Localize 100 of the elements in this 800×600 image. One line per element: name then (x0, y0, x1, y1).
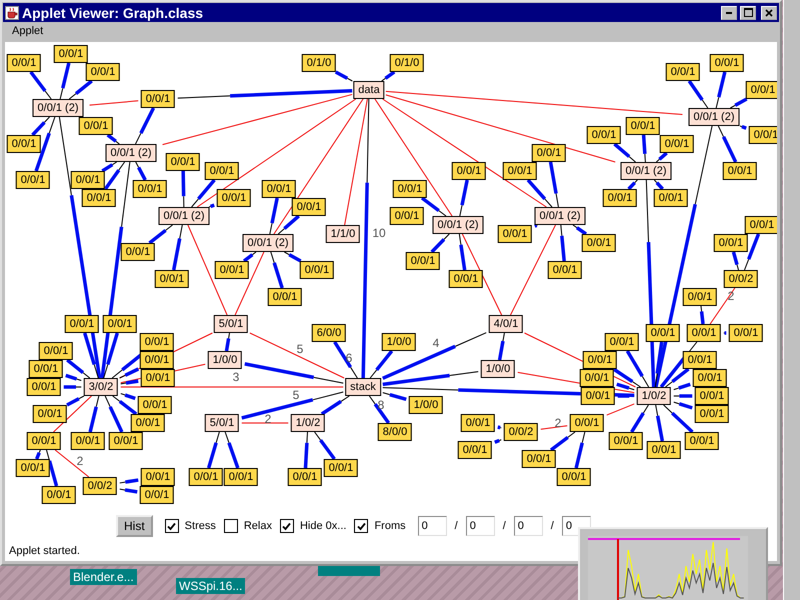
graph-node[interactable]: 0/0/1 (224, 468, 258, 486)
graph-node[interactable]: 0/0/1 (70, 171, 106, 189)
graph-node[interactable]: 0/0/1 (654, 189, 688, 207)
graph-node[interactable]: 0/0/1 (78, 117, 114, 135)
graph-node[interactable]: 0/0/1 (38, 342, 74, 360)
graph-node[interactable]: 5/0/1 (214, 315, 248, 333)
graph-node[interactable]: 0/0/1 (660, 135, 694, 153)
graph-node[interactable]: 0/0/1 (498, 225, 532, 243)
graph-node[interactable]: 0/0/1 (16, 171, 50, 189)
number-field[interactable]: 0 (466, 516, 495, 536)
graph-node[interactable]: 0/0/1 (82, 189, 116, 207)
graph-node[interactable]: 4/0/1 (488, 315, 524, 333)
graph-node[interactable]: 1/0/0 (208, 351, 242, 369)
hist-button[interactable]: Hist (116, 515, 153, 537)
graph-node[interactable]: 0/0/1 (586, 126, 622, 144)
graph-node[interactable]: 0/0/1 (32, 405, 68, 423)
graph-node[interactable]: 0/0/1 (502, 162, 538, 180)
graph-node[interactable]: 0/0/1 (682, 351, 718, 369)
graph-node[interactable]: 0/0/1 (28, 360, 64, 378)
desktop-icon-label[interactable]: Blender.e... (70, 569, 137, 585)
graph-node[interactable]: data (353, 81, 385, 99)
graph-node[interactable]: 0/0/1 (300, 261, 334, 279)
graph-node[interactable]: 0/0/1 (582, 234, 616, 252)
graph-node[interactable]: 0/0/1 (102, 315, 138, 333)
graph-node[interactable]: 0/0/1 (666, 63, 700, 81)
graph-node[interactable]: 0/0/1 (26, 378, 62, 396)
graph-node[interactable]: 0/0/1 (694, 387, 730, 405)
graph-node[interactable]: 0/0/1 (692, 369, 728, 387)
graph-node[interactable]: 0/0/1 (392, 180, 428, 198)
graph-node[interactable]: 0/0/1 (2) (242, 234, 294, 252)
graph-node[interactable]: 0/0/1 (154, 270, 190, 288)
graph-node[interactable]: 0/0/1 (54, 45, 88, 63)
menu-item[interactable]: Applet (12, 25, 44, 37)
graph-node[interactable]: 0/0/1 (140, 90, 176, 108)
graph-node[interactable]: 0/0/1 (214, 261, 250, 279)
graph-node[interactable]: 0/0/2 (724, 270, 758, 288)
graph-node[interactable]: 0/0/1 (70, 432, 106, 450)
graph-node[interactable]: 0/0/1 (120, 243, 156, 261)
graph-node[interactable]: 0/0/1 (132, 180, 168, 198)
graph-node[interactable]: 0/0/1 (582, 351, 618, 369)
desktop-icon-label[interactable]: WSSpi.16... (176, 578, 246, 594)
graph-node[interactable]: 0/0/1 (2) (32, 99, 84, 117)
graph-node[interactable]: 0/0/1 (268, 288, 302, 306)
graph-node[interactable]: 0/0/1 (140, 486, 174, 504)
graph-node[interactable]: 0/0/1 (140, 468, 176, 486)
graph-node[interactable]: 0/0/1 (2) (158, 207, 210, 225)
graph-node[interactable]: 0/0/1 (746, 81, 777, 99)
graph-node[interactable]: 0/0/1 (608, 432, 644, 450)
graph-node[interactable]: 0/0/1 (744, 216, 777, 234)
graph-node[interactable]: 0/0/1 (2) (534, 207, 586, 225)
graph-node[interactable]: 0/0/2 (82, 477, 118, 495)
graph-node[interactable]: 0/0/1 (532, 144, 566, 162)
graph-node[interactable]: 0/0/1 (548, 261, 582, 279)
graph-node[interactable]: 0/0/1 (686, 324, 722, 342)
graph-node[interactable]: 0/0/1 (42, 486, 76, 504)
graph-node[interactable]: 0/0/1 (694, 405, 730, 423)
graph-node[interactable]: 1/0/2 (636, 387, 672, 405)
graph-node[interactable]: 1/1/0 (326, 225, 360, 243)
graph-node[interactable]: 0/0/1 (714, 234, 748, 252)
graph-node[interactable]: 0/0/1 (646, 324, 680, 342)
graph-node[interactable]: 0/0/1 (2) (620, 162, 672, 180)
graph-node[interactable]: 0/0/1 (262, 180, 296, 198)
graph-node[interactable]: 0/0/1 (684, 432, 720, 450)
graph-node[interactable]: 0/0/1 (288, 468, 322, 486)
graph-node[interactable]: 0/0/1 (204, 162, 240, 180)
graph-node[interactable]: 8/0/0 (378, 423, 412, 441)
graph-node[interactable]: 0/0/1 (452, 162, 486, 180)
graph-node[interactable]: 6/0/0 (312, 324, 346, 342)
graph-node[interactable]: 0/1/0 (390, 54, 424, 72)
graph-node[interactable]: 0/0/1 (26, 432, 62, 450)
graph-node[interactable]: 0/0/1 (722, 162, 758, 180)
graph-node[interactable]: 0/0/1 (602, 189, 638, 207)
graph-node[interactable]: 0/0/1 (728, 324, 764, 342)
graph-node[interactable]: 0/0/1 (646, 441, 682, 459)
graph-node[interactable]: 0/0/1 (2) (106, 144, 156, 162)
graph-node[interactable]: 1/0/0 (480, 360, 516, 378)
graph-node[interactable]: 0/0/1 (522, 450, 556, 468)
graph-node[interactable]: 0/0/1 (6, 54, 42, 72)
graph-node[interactable]: 0/0/1 (140, 369, 176, 387)
number-field[interactable]: 0 (418, 516, 447, 536)
graph-node[interactable]: 0/0/1 (86, 63, 120, 81)
graph-node[interactable]: 0/0/1 (570, 414, 604, 432)
graph-node[interactable]: 0/0/1 (64, 315, 100, 333)
graph-node[interactable]: 1/0/0 (382, 333, 416, 351)
graph-node[interactable]: 0/0/1 (580, 369, 614, 387)
graph-node[interactable]: 0/1/0 (302, 54, 336, 72)
graph-node[interactable]: 0/0/1 (2) (688, 108, 740, 126)
graph-node[interactable]: 0/0/1 (682, 288, 718, 306)
graph-node[interactable]: 0/0/1 (292, 198, 326, 216)
graph-node[interactable]: 0/0/1 (390, 207, 424, 225)
graph-node[interactable]: 0/0/1 (108, 432, 144, 450)
graph-node[interactable]: 1/0/2 (290, 414, 326, 432)
graph-node[interactable]: 0/0/1 (140, 351, 174, 369)
graph-node[interactable]: 0/0/1 (460, 414, 496, 432)
graph-node[interactable]: 0/0/1 (406, 252, 440, 270)
graph-node[interactable]: 0/0/1 (6, 135, 42, 153)
graph-node[interactable]: 0/0/1 (710, 54, 744, 72)
graph-node[interactable]: 0/0/1 (604, 333, 640, 351)
graph-node[interactable]: 0/0/1 (324, 459, 358, 477)
graph-node[interactable]: 0/0/1 (2) (432, 216, 484, 234)
